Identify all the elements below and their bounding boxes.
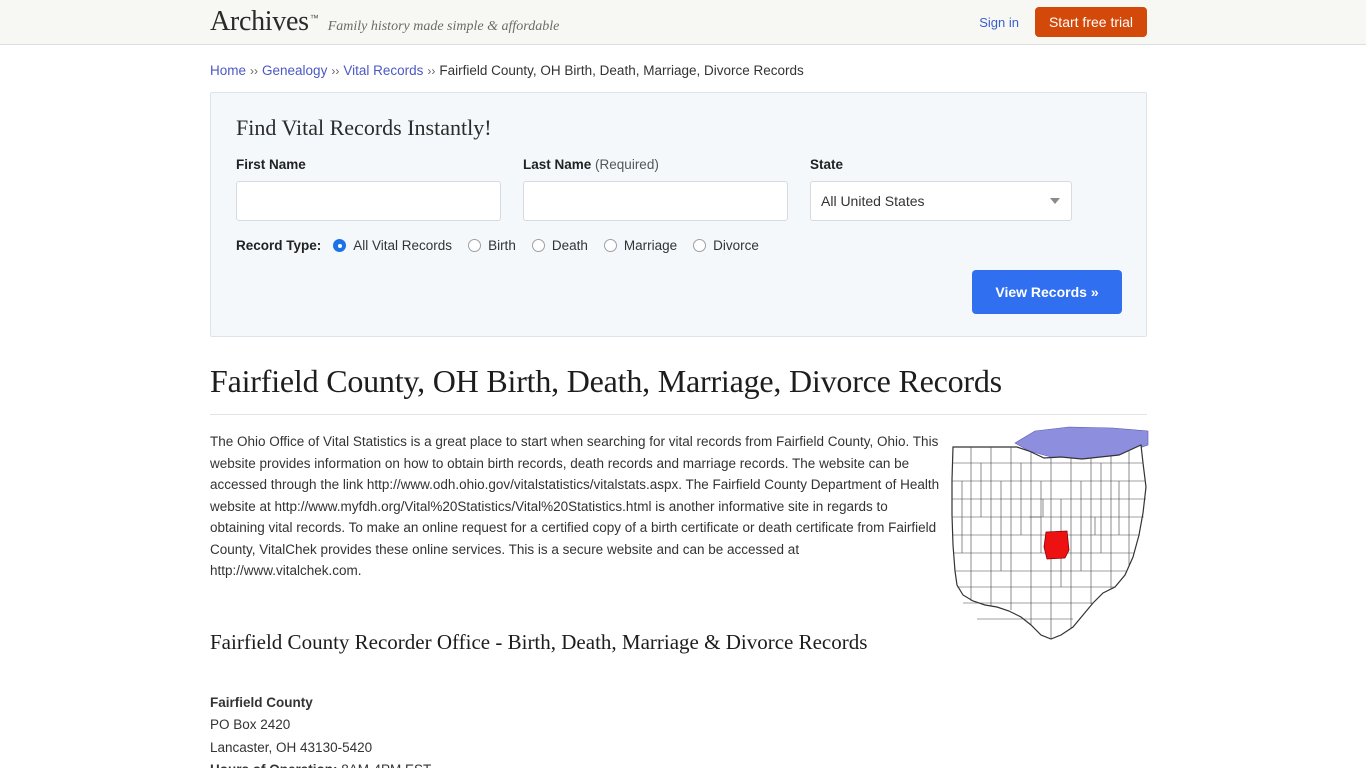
state-select-wrap: All United States <box>810 181 1072 221</box>
breadcrumb: Home ›› Genealogy ›› Vital Records ›› Fairfiel… <box>210 45 1147 90</box>
ohio-county-map <box>943 425 1155 647</box>
first-name-input[interactable] <box>236 181 501 221</box>
state-field-group: State All United States <box>810 157 1072 221</box>
hours-label: Hours of Operation: <box>210 762 338 768</box>
intro-paragraph: The Ohio Office of Vital Statistics is a… <box>210 434 940 578</box>
radio-indicator[interactable] <box>468 239 482 252</box>
page-container: Home ›› Genealogy ›› Vital Records ›› Fairfiel… <box>0 45 1366 768</box>
address-line-1: PO Box 2420 <box>210 717 291 732</box>
breadcrumb-item-current: Fairfield County, OH Birth, Death, Marri… <box>439 63 804 78</box>
radio-birth[interactable]: Birth <box>468 238 516 253</box>
radio-label: Birth <box>488 238 516 253</box>
radio-label: Divorce <box>713 238 759 253</box>
ohio-county-map-svg <box>951 426 1149 640</box>
fairfield-county-highlight <box>1043 530 1070 560</box>
radio-divorce[interactable]: Divorce <box>693 238 759 253</box>
record-type-label: Record Type: <box>236 238 322 253</box>
breadcrumb-item-genealogy[interactable]: Genealogy <box>262 63 327 78</box>
breadcrumb-separator: ›› <box>250 64 259 78</box>
last-name-required-note: (Required) <box>595 157 659 172</box>
hours-of-operation: Hours of Operation: 8AM-4PM EST <box>210 759 1147 768</box>
breadcrumb-separator: ›› <box>331 64 340 78</box>
hours-value: 8AM-4PM EST <box>341 762 431 768</box>
radio-marriage[interactable]: Marriage <box>603 238 678 253</box>
content-area: The Ohio Office of Vital Statistics is a… <box>210 426 1149 640</box>
state-label: State <box>810 157 844 172</box>
radio-all-vital-records[interactable]: All Vital Records <box>333 238 452 253</box>
radio-indicator[interactable] <box>531 239 545 252</box>
start-free-trial-button[interactable]: Start free trial <box>1034 7 1147 37</box>
breadcrumb-item-home[interactable]: Home <box>210 63 246 78</box>
search-panel-title: Find Vital Records Instantly! <box>236 115 492 140</box>
first-name-label: First Name <box>236 157 306 172</box>
search-fields-row: First Name Last Name (Required) State Al… <box>236 157 1122 221</box>
radio-indicator[interactable] <box>693 239 707 252</box>
logo-text: Archives <box>210 6 309 37</box>
last-name-field-group: Last Name (Required) <box>523 157 788 221</box>
last-name-label-text: Last Name <box>523 157 592 172</box>
address-county-name: Fairfield County <box>210 694 313 710</box>
logo-tagline: Family history made simple & affordable <box>327 19 560 34</box>
radio-label: All Vital Records <box>353 238 453 253</box>
view-records-button[interactable]: View Records » <box>972 270 1122 314</box>
title-divider <box>210 414 1147 415</box>
header-actions: Sign in Start free trial <box>979 7 1147 37</box>
last-name-input[interactable] <box>523 181 788 221</box>
recorder-office-address: Fairfield County PO Box 2420 Lancaster, … <box>210 692 1147 768</box>
radio-label: Death <box>551 238 588 253</box>
site-header: Archives ™ Family history made simple & a… <box>0 0 1366 45</box>
radio-indicator[interactable] <box>333 239 347 252</box>
radio-label: Marriage <box>623 238 678 253</box>
site-logo[interactable]: Archives ™ Family history made simple & a… <box>210 8 559 36</box>
breadcrumb-item-vital-records[interactable]: Vital Records <box>343 63 423 78</box>
breadcrumb-separator: ›› <box>427 64 436 78</box>
record-type-row: Record Type: All Vital Records Birth Dea… <box>236 238 1122 253</box>
radio-indicator[interactable] <box>603 239 617 252</box>
page-title: Fairfield County, OH Birth, Death, Marri… <box>210 363 1002 399</box>
state-select[interactable]: All United States <box>810 181 1072 221</box>
sign-in-link[interactable]: Sign in <box>979 15 1019 30</box>
last-name-label: Last Name (Required) <box>523 157 788 172</box>
trademark-icon: ™ <box>309 13 319 23</box>
radio-death[interactable]: Death <box>531 238 588 253</box>
first-name-field-group: First Name <box>236 157 501 221</box>
address-line-2: Lancaster, OH 43130-5420 <box>210 739 373 755</box>
submit-row: View Records » <box>236 270 1122 314</box>
vital-records-search-panel: Find Vital Records Instantly! First Name… <box>210 92 1147 337</box>
